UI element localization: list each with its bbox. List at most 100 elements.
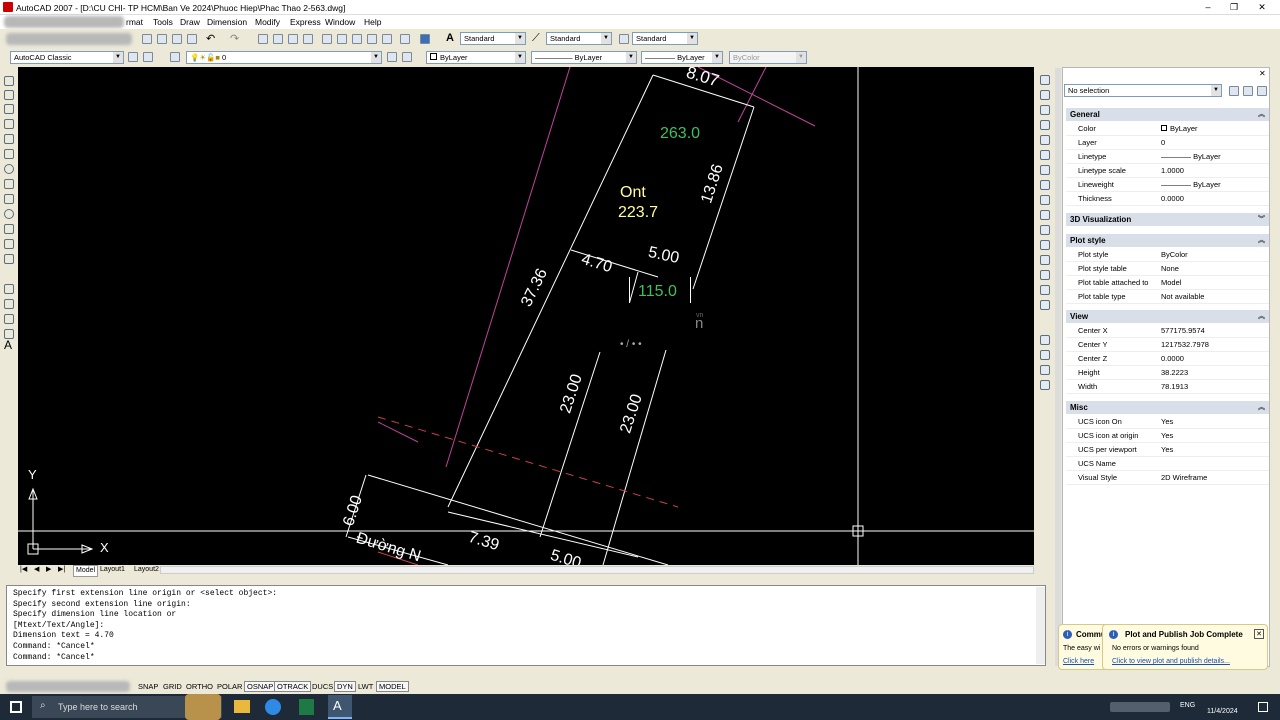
explode-icon[interactable]: [1040, 300, 1050, 310]
region-icon[interactable]: [4, 314, 14, 324]
menu-modify[interactable]: Modify: [255, 17, 280, 27]
extend-icon[interactable]: [1040, 225, 1050, 235]
table-style-select[interactable]: Standard ▼: [632, 32, 698, 45]
close-icon[interactable]: ✕: [1254, 629, 1264, 639]
undo-icon[interactable]: ↶: [206, 32, 215, 45]
revision-cloud-icon[interactable]: [4, 179, 14, 189]
tool-palettes-icon[interactable]: [352, 34, 362, 44]
layer-manager-icon[interactable]: [170, 52, 180, 62]
text-front-icon[interactable]: [1040, 380, 1050, 390]
help-icon[interactable]: [420, 34, 430, 44]
tray-date[interactable]: 11/4/2024: [1207, 708, 1238, 715]
section-general[interactable]: General ︽: [1066, 108, 1269, 121]
prop-row[interactable]: UCS icon On Yes: [1066, 415, 1269, 429]
properties-icon[interactable]: [322, 34, 332, 44]
notification-link[interactable]: Click here: [1063, 658, 1094, 665]
redo-icon[interactable]: ↷: [230, 32, 239, 45]
prop-row[interactable]: UCS Name: [1066, 457, 1269, 471]
status-model[interactable]: MODEL: [376, 681, 409, 692]
paste-icon[interactable]: [187, 34, 197, 44]
status-ortho[interactable]: ORTHO: [183, 681, 216, 692]
prev-tab-button[interactable]: ◀: [34, 565, 39, 575]
file-explorer-icon[interactable]: [234, 700, 250, 713]
ellipse-icon[interactable]: [4, 209, 14, 219]
lineweight-select[interactable]: ———— ByLayer ▼: [641, 51, 723, 64]
linetype-select[interactable]: ————— ByLayer ▼: [531, 51, 637, 64]
drawing-area[interactable]: 8.07 263.0 Ont 223.7 13.86 37.36 4.70 5.…: [18, 67, 1034, 565]
status-lwt[interactable]: LWT: [355, 681, 376, 692]
horizontal-scrollbar[interactable]: [160, 566, 1034, 574]
command-line[interactable]: Specify first extension line origin or <…: [6, 585, 1046, 666]
status-otrack[interactable]: OTRACK: [274, 681, 312, 692]
dim-style-select[interactable]: Standard ▼: [546, 32, 612, 45]
prop-row[interactable]: Center Y 1217532.7978: [1066, 338, 1269, 352]
prop-row[interactable]: Center Z 0.0000: [1066, 352, 1269, 366]
design-center-icon[interactable]: [337, 34, 347, 44]
windows-start-icon[interactable]: [10, 701, 22, 713]
rectangle-icon[interactable]: [4, 134, 14, 144]
cut-icon[interactable]: [157, 34, 167, 44]
line-icon[interactable]: [4, 76, 14, 86]
last-tab-button[interactable]: ▶|: [58, 565, 65, 575]
markup-icon[interactable]: [382, 34, 392, 44]
status-snap[interactable]: SNAP: [135, 681, 161, 692]
copy-object-icon[interactable]: [1040, 90, 1050, 100]
restore-button[interactable]: ❐: [1222, 1, 1246, 13]
prop-row[interactable]: UCS per viewport Yes: [1066, 443, 1269, 457]
section-misc[interactable]: Misc ︽: [1066, 401, 1269, 414]
excel-icon[interactable]: [299, 699, 314, 715]
prop-row[interactable]: Color ByLayer: [1066, 122, 1269, 136]
make-block-icon[interactable]: [4, 254, 14, 264]
construction-line-icon[interactable]: [4, 90, 14, 100]
next-tab-button[interactable]: ▶: [46, 565, 51, 575]
prop-row[interactable]: Width 78.1913: [1066, 380, 1269, 394]
prop-row[interactable]: UCS icon at origin Yes: [1066, 429, 1269, 443]
tab-layout2[interactable]: Layout2: [134, 565, 159, 575]
offset-icon[interactable]: [1040, 120, 1050, 130]
section-plot-style[interactable]: Plot style ︽: [1066, 234, 1269, 247]
ellipse-arc-icon[interactable]: [4, 224, 14, 234]
arc-icon[interactable]: [4, 149, 14, 159]
status-ducs[interactable]: DUCS: [309, 681, 336, 692]
send-back-icon[interactable]: [1040, 365, 1050, 375]
notification-center-icon[interactable]: [1258, 702, 1268, 712]
rotate-icon[interactable]: [1040, 165, 1050, 175]
autocad-taskbar-icon[interactable]: A: [328, 695, 352, 719]
bring-front-icon[interactable]: [1040, 350, 1050, 360]
chamfer-icon[interactable]: [1040, 270, 1050, 280]
layer-previous-icon[interactable]: [402, 52, 412, 62]
quick-select-icon[interactable]: [1257, 86, 1267, 96]
menu-draw[interactable]: Draw: [180, 17, 200, 27]
prop-row[interactable]: Plot style table None: [1066, 262, 1269, 276]
workspace-select[interactable]: AutoCAD Classic ▼: [10, 51, 124, 64]
polyline-icon[interactable]: [4, 104, 14, 114]
draworder-icon[interactable]: [1040, 335, 1050, 345]
status-grid[interactable]: GRID: [160, 681, 185, 692]
move-icon[interactable]: [1040, 150, 1050, 160]
gradient-icon[interactable]: [4, 299, 14, 309]
menu-help[interactable]: Help: [364, 17, 381, 27]
zalo-icon[interactable]: [265, 699, 281, 715]
minimize-button[interactable]: –: [1196, 1, 1220, 13]
plotstyle-select[interactable]: ByColor ▼: [729, 51, 807, 64]
stretch-icon[interactable]: [1040, 195, 1050, 205]
sheet-set-icon[interactable]: [367, 34, 377, 44]
prop-row[interactable]: Linetype scale 1.0000: [1066, 164, 1269, 178]
menu-window[interactable]: Window: [325, 17, 355, 27]
text-style-select[interactable]: Standard ▼: [460, 32, 526, 45]
toggle-pickadd-icon[interactable]: [1229, 86, 1239, 96]
layer-select[interactable]: 💡☀🔓■ 0 ▼: [186, 51, 382, 64]
fillet-icon[interactable]: [1040, 285, 1050, 295]
insert-block-icon[interactable]: [4, 239, 14, 249]
zoom-window-icon[interactable]: [288, 34, 298, 44]
prop-row[interactable]: Thickness 0.0000: [1066, 192, 1269, 206]
menu-format[interactable]: rmat: [126, 17, 143, 27]
section-view[interactable]: View ︽: [1066, 310, 1269, 323]
prop-row[interactable]: Visual Style 2D Wireframe: [1066, 471, 1269, 485]
first-tab-button[interactable]: |◀: [20, 565, 27, 575]
palette-close-icon[interactable]: ✕: [1259, 69, 1266, 78]
close-button[interactable]: ✕: [1250, 1, 1274, 13]
prop-row[interactable]: Plot table type Not available: [1066, 290, 1269, 304]
scale-icon[interactable]: [1040, 180, 1050, 190]
prop-row[interactable]: Lineweight ———— ByLayer: [1066, 178, 1269, 192]
